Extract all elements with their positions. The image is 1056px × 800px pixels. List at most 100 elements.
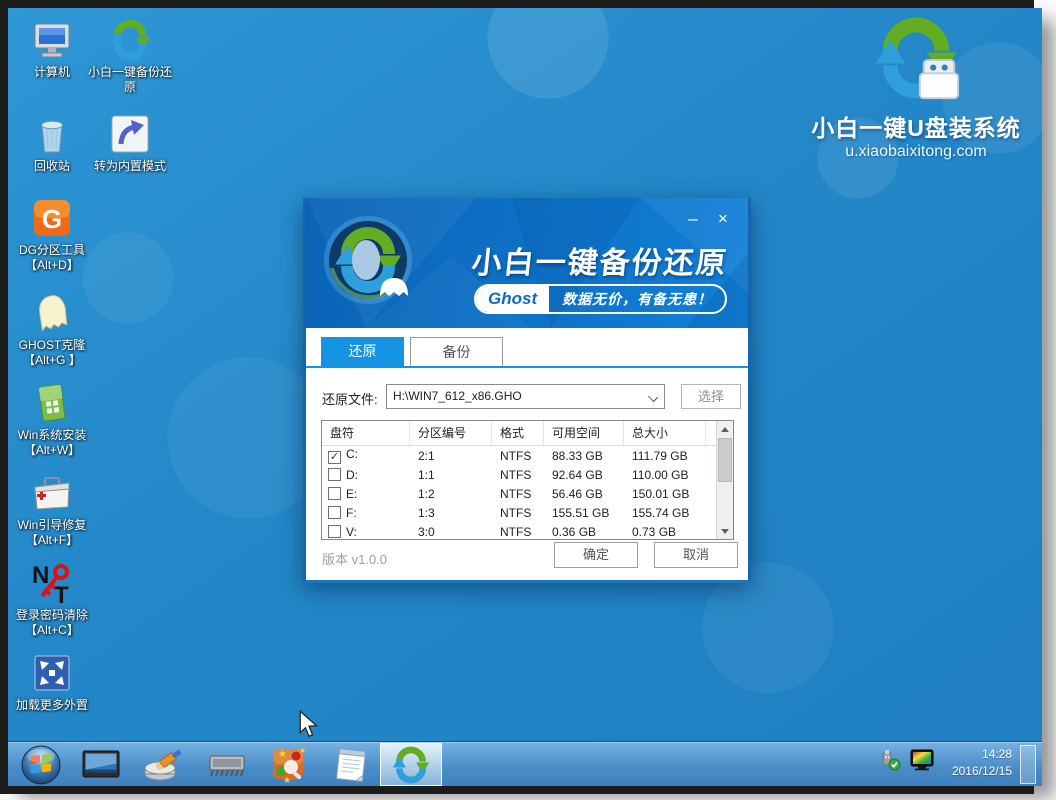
tab-bar: 还原 备份 — [306, 328, 748, 368]
svg-text:★: ★ — [283, 775, 291, 785]
free-space: 155.51 GB — [544, 506, 624, 520]
total-size: 0.73 GB — [624, 525, 706, 539]
installer-box-icon — [30, 381, 74, 425]
svg-text:★: ★ — [299, 746, 306, 755]
svg-text:G: G — [42, 204, 62, 234]
taskbar-item-desktop-preview[interactable] — [76, 743, 126, 786]
windows-orb-icon — [21, 745, 61, 785]
usb-device-icon[interactable] — [880, 749, 902, 771]
desktop-icon-label: Win引导修复【Alt+F】 — [8, 518, 96, 548]
partition-id: 3:0 — [410, 525, 492, 539]
clock-time: 14:28 — [932, 746, 1012, 763]
desktop-icon-label: 转为内置模式 — [86, 159, 174, 174]
desktop-icon-label: DG分区工具【Alt+D】 — [8, 243, 96, 273]
svg-text:T: T — [54, 582, 69, 605]
taskbar-item-screen-capture[interactable]: ★ ★ ★ — [264, 743, 314, 786]
column-header-free: 可用空间 — [544, 421, 624, 445]
table-row[interactable]: E: 1:2 NTFS 56.46 GB 150.01 GB — [322, 484, 733, 503]
row-checkbox[interactable]: ✓ — [328, 451, 341, 464]
close-button[interactable]: × — [712, 210, 734, 230]
start-button[interactable] — [16, 743, 66, 786]
desktop-icon-label: 登录密码清除【Alt+C】 — [8, 608, 96, 638]
restore-file-value: H:\WIN7_612_x86.GHO — [393, 389, 522, 403]
brand-logo-icon — [870, 14, 962, 102]
column-header-total: 总大小 — [624, 421, 706, 445]
minimize-button[interactable]: – — [682, 210, 704, 230]
dialog-logo-icon — [320, 212, 416, 308]
free-space: 92.64 GB — [544, 468, 624, 482]
taskbar: ★ ★ ★ — [8, 741, 1042, 786]
backup-arrows-icon — [391, 745, 431, 785]
table-scrollbar[interactable] — [716, 421, 733, 539]
desktop-icon-label: 加载更多外置 — [8, 698, 96, 713]
taskbar-item-disk-cleanup[interactable] — [138, 743, 188, 786]
taskbar-item-xiaobai-backup[interactable] — [380, 743, 442, 786]
total-size: 150.01 GB — [624, 487, 706, 501]
screen-capture-icon: ★ ★ ★ — [269, 745, 309, 785]
computer-icon — [30, 18, 74, 62]
chevron-down-icon — [648, 392, 658, 402]
desktop-icon-label: 小白一键备份还原 — [86, 65, 174, 95]
row-checkbox[interactable] — [328, 487, 341, 500]
desktop-icon-ghost-clone[interactable]: GHOST克隆【Alt+G 】 — [8, 291, 96, 368]
table-row[interactable]: V: 3:0 NTFS 0.36 GB 0.73 GB — [322, 522, 733, 541]
column-header-drive: 盘符 — [322, 421, 410, 445]
brand-title: 小白一键U盘装系统 — [798, 109, 1034, 143]
format: NTFS — [492, 487, 544, 501]
free-space: 0.36 GB — [544, 525, 624, 539]
format: NTFS — [492, 468, 544, 482]
total-size: 110.00 GB — [624, 468, 706, 482]
desktop-icon-win-install[interactable]: Win系统安装【Alt+W】 — [8, 381, 96, 458]
taskbar-item-memory-diagnostic[interactable] — [202, 743, 252, 786]
desktop-icon-label: 回收站 — [8, 159, 96, 174]
show-desktop-button[interactable] — [1020, 745, 1036, 784]
row-checkbox[interactable] — [328, 506, 341, 519]
backup-arrows-icon — [108, 18, 152, 62]
format: NTFS — [492, 449, 544, 463]
tab-backup[interactable]: 备份 — [410, 337, 503, 366]
table-row[interactable]: F: 1:3 NTFS 155.51 GB 155.74 GB — [322, 503, 733, 522]
desktop-icon-dg-partition[interactable]: G DG分区工具【Alt+D】 — [8, 196, 96, 273]
ghost-slogan: 数据无价，有备无患！ — [549, 286, 725, 312]
drive-letter: F: — [346, 506, 357, 520]
scroll-up-button[interactable] — [717, 421, 733, 437]
desktop-icon-xiaobai-backup[interactable]: 小白一键备份还原 — [86, 18, 174, 95]
display-settings-icon[interactable] — [910, 749, 934, 771]
taskbar-clock[interactable]: 14:28 2016/12/15 — [932, 746, 1012, 781]
scroll-down-button[interactable] — [717, 523, 733, 539]
table-row[interactable]: D: 1:1 NTFS 92.64 GB 110.00 GB — [322, 465, 733, 484]
svg-text:★: ★ — [278, 749, 287, 760]
wallpaper-brand: 小白一键U盘装系统 u.xiaobaixitong.com — [798, 14, 1034, 161]
shortcut-arrow-icon — [108, 112, 152, 156]
notepad-icon — [333, 746, 369, 784]
expand-arrows-icon — [30, 651, 74, 695]
total-size: 111.79 GB — [624, 449, 706, 463]
ghost-icon — [30, 291, 74, 335]
backup-restore-dialog: 小白一键备份还原 Ghost 数据无价，有备无患！ – × 还原 备份 还原文件… — [303, 198, 751, 583]
drive-letter: E: — [346, 487, 357, 501]
scroll-thumb[interactable] — [718, 438, 732, 482]
desktop-icon-label: Win系统安装【Alt+W】 — [8, 428, 96, 458]
select-file-button[interactable]: 选择 — [681, 384, 741, 409]
table-header-row: 盘符 分区编号 格式 可用空间 总大小 — [322, 421, 733, 446]
desktop-icon-computer[interactable]: 计算机 — [8, 18, 96, 80]
tab-restore[interactable]: 还原 — [321, 337, 404, 366]
restore-file-combobox[interactable]: H:\WIN7_612_x86.GHO — [386, 384, 665, 409]
desktop-icon-load-more[interactable]: 加载更多外置 — [8, 651, 96, 713]
desktop-icon-boot-repair[interactable]: Win引导修复【Alt+F】 — [8, 471, 96, 548]
desktop-icon-password-clear[interactable]: N T 登录密码清除【Alt+C】 — [8, 561, 96, 638]
desktop-icon-builtin-mode[interactable]: 转为内置模式 — [86, 112, 174, 174]
cancel-button[interactable]: 取消 — [654, 542, 738, 568]
free-space: 56.46 GB — [544, 487, 624, 501]
desktop: 计算机 小白一键备份还原 回收站 转为内置模式 — [8, 8, 1042, 786]
ok-button[interactable]: 确定 — [554, 542, 638, 568]
first-aid-kit-icon — [30, 471, 74, 515]
row-checkbox[interactable] — [328, 525, 341, 538]
taskbar-item-notepad[interactable] — [326, 743, 376, 786]
row-checkbox[interactable] — [328, 468, 341, 481]
desktop-icon-recycle-bin[interactable]: 回收站 — [8, 112, 96, 174]
version-label: 版本 v1.0.0 — [322, 549, 387, 568]
table-row[interactable]: ✓C: 2:1 NTFS 88.33 GB 111.79 GB — [322, 446, 733, 465]
restore-file-label: 还原文件: — [322, 389, 378, 408]
brand-url: u.xiaobaixitong.com — [798, 143, 1034, 161]
